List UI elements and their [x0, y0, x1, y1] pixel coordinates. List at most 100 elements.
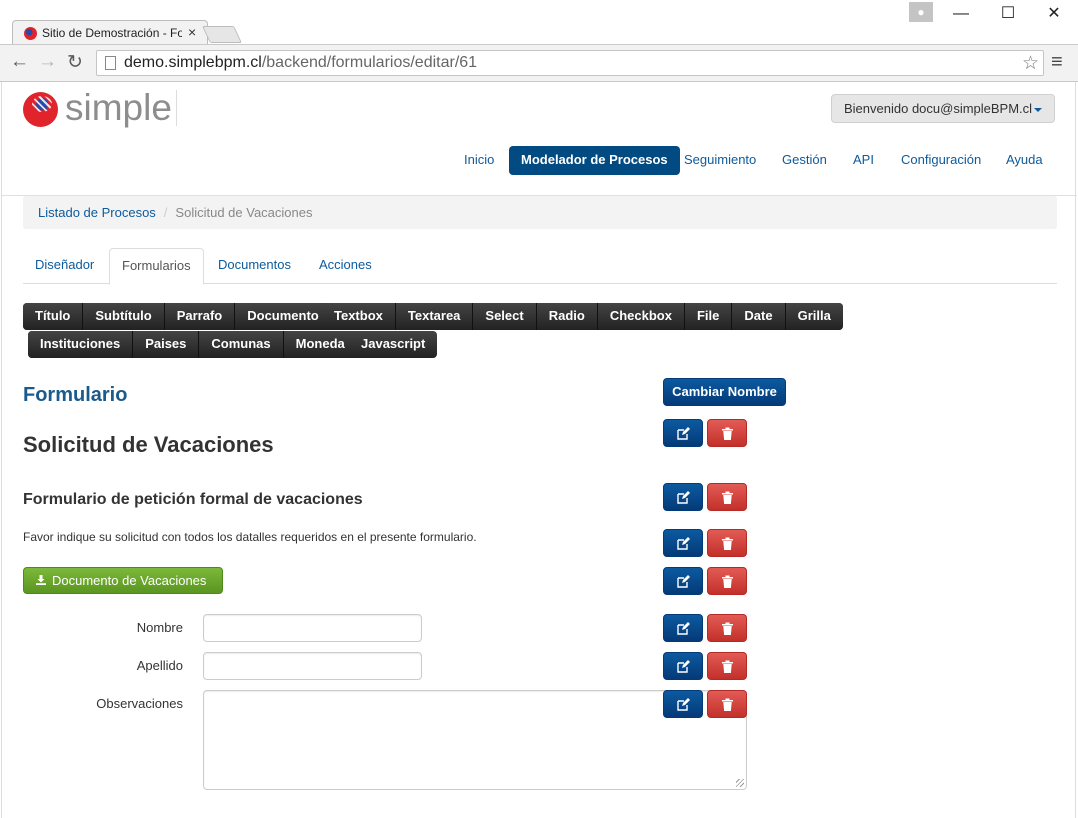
browser-tab[interactable]: Sitio de Demostración - Fo × [12, 20, 208, 45]
breadcrumb-current: Solicitud de Vacaciones [175, 205, 313, 220]
delete-paragraph-button[interactable] [707, 529, 747, 557]
nombre-input[interactable] [203, 614, 422, 642]
edit-paragraph-button[interactable] [663, 529, 703, 557]
add-subtitulo-button[interactable]: Subtítulo [83, 303, 165, 330]
back-icon[interactable]: ← [10, 51, 29, 73]
add-select-button[interactable]: Select [473, 303, 537, 330]
add-comunas-button[interactable]: Comunas [199, 331, 284, 358]
delete-observaciones-button[interactable] [707, 690, 747, 718]
nav-item-ayuda[interactable]: Ayuda [1006, 146, 1043, 175]
logo-text: simple [65, 87, 172, 128]
edit-icon [677, 537, 690, 550]
browser-menu-icon[interactable]: ≡ [1051, 51, 1063, 74]
form-subtitle: Formulario de petición formal de vacacio… [23, 491, 363, 508]
trash-icon [722, 537, 733, 550]
address-bar[interactable]: demo.simplebpm.cl/backend/formularios/ed… [96, 50, 1044, 76]
apellido-input[interactable] [203, 652, 422, 680]
delete-apellido-button[interactable] [707, 652, 747, 680]
bookmark-star-icon[interactable]: ☆ [1022, 52, 1039, 75]
form-title: Solicitud de Vacaciones [23, 432, 274, 457]
trash-icon [722, 575, 733, 588]
user-menu-button[interactable]: Bienvenido docu@simpleBPM.cl [831, 94, 1055, 123]
breadcrumb: Listado de Procesos / Solicitud de Vacacio… [23, 196, 1057, 229]
add-moneda-button[interactable]: Moneda [283, 331, 357, 358]
close-window-icon[interactable]: ✕ [1039, 4, 1069, 24]
delete-nombre-button[interactable] [707, 614, 747, 642]
edit-apellido-button[interactable] [663, 652, 703, 680]
tab-disenador[interactable]: Diseñador [23, 248, 106, 284]
add-titulo-button[interactable]: Título [23, 303, 84, 330]
tab-formularios[interactable]: Formularios [109, 248, 204, 285]
tabs: Diseñador Formularios Documentos Accione… [23, 248, 1057, 285]
add-parrafo-button[interactable]: Parrafo [164, 303, 236, 330]
add-checkbox-button[interactable]: Checkbox [597, 303, 685, 330]
edit-title-button[interactable] [663, 419, 703, 447]
tab-acciones[interactable]: Acciones [307, 248, 384, 284]
new-tab-button[interactable] [202, 26, 242, 43]
trash-icon [722, 491, 733, 504]
nav-item-inicio[interactable]: Inicio [464, 146, 494, 175]
add-radio-button[interactable]: Radio [536, 303, 598, 330]
add-grilla-button[interactable]: Grilla [785, 303, 843, 330]
add-date-button[interactable]: Date [732, 303, 786, 330]
delete-title-button[interactable] [707, 419, 747, 447]
nav-item-seguimiento[interactable]: Seguimiento [684, 146, 756, 175]
add-documento-button[interactable]: Documento [235, 303, 331, 330]
tab-close-icon[interactable]: × [188, 24, 196, 40]
field-label-observaciones: Observaciones [96, 696, 183, 711]
trash-icon [722, 698, 733, 711]
user-profile-icon[interactable]: ● [909, 2, 933, 22]
logo[interactable]: simple [23, 87, 173, 130]
rename-form-button[interactable]: Cambiar Nombre [663, 378, 786, 406]
add-textbox-button[interactable]: Textbox [322, 303, 396, 330]
browser-tabstrip: Sitio de Demostración - Fo × ● — ☐ ✕ [0, 0, 1078, 45]
logo-divider [176, 90, 177, 126]
breadcrumb-link[interactable]: Listado de Procesos [38, 205, 156, 220]
document-download-button[interactable]: Documento de Vacaciones [23, 567, 223, 594]
nav-item-configuracion[interactable]: Configuración [901, 146, 981, 175]
caret-down-icon [1034, 107, 1043, 112]
form-paragraph: Favor indique su solicitud con todos los… [23, 530, 477, 544]
edit-nombre-button[interactable] [663, 614, 703, 642]
nav-item-api[interactable]: API [853, 146, 874, 175]
reload-icon[interactable]: ↻ [67, 51, 83, 74]
delete-subtitle-button[interactable] [707, 483, 747, 511]
add-paises-button[interactable]: Paises [133, 331, 200, 358]
minimize-icon[interactable]: — [946, 4, 976, 24]
toolbar-group-js: Javascript [349, 331, 438, 358]
url-text: demo.simplebpm.cl/backend/formularios/ed… [124, 54, 478, 71]
edit-icon [677, 698, 690, 711]
add-file-button[interactable]: File [684, 303, 733, 330]
edit-document-button[interactable] [663, 567, 703, 595]
page: simple Bienvenido docu@simpleBPM.cl Inic… [1, 82, 1077, 818]
edit-subtitle-button[interactable] [663, 483, 703, 511]
edit-icon [677, 660, 690, 673]
maximize-icon[interactable]: ☐ [993, 4, 1023, 24]
edit-observaciones-button[interactable] [663, 690, 703, 718]
edit-icon [677, 427, 690, 440]
forward-icon[interactable]: → [38, 51, 57, 73]
edit-icon [677, 575, 690, 588]
resize-handle-icon[interactable] [736, 779, 744, 787]
add-textarea-button[interactable]: Textarea [395, 303, 474, 330]
nav-item-modelador[interactable]: Modelador de Procesos [509, 146, 680, 175]
field-label-nombre: Nombre [136, 620, 183, 635]
nav-item-gestion[interactable]: Gestión [782, 146, 827, 175]
breadcrumb-separator: / [163, 205, 168, 220]
toolbar-group-text: Título Subtítulo Parrafo Documento [23, 303, 331, 330]
add-instituciones-button[interactable]: Instituciones [28, 331, 134, 358]
edit-icon [677, 491, 690, 504]
toolbar-group-inputs: Textbox Textarea Select Radio Checkbox F… [322, 303, 843, 330]
edit-icon [677, 622, 690, 635]
field-label-apellido: Apellido [136, 658, 183, 673]
tab-documentos[interactable]: Documentos [206, 248, 303, 284]
add-javascript-button[interactable]: Javascript [349, 331, 438, 358]
logo-mark-icon [23, 92, 58, 127]
trash-icon [722, 427, 733, 440]
toolbar-group-catalogs: Instituciones Paises Comunas Moneda [28, 331, 357, 358]
browser-toolbar: ← → ↻ demo.simplebpm.cl/backend/formular… [0, 44, 1078, 82]
document-download-label: Documento de Vacaciones [52, 573, 207, 588]
delete-document-button[interactable] [707, 567, 747, 595]
user-menu-label: Bienvenido docu@simpleBPM.cl [844, 101, 1033, 116]
page-icon [105, 56, 116, 70]
